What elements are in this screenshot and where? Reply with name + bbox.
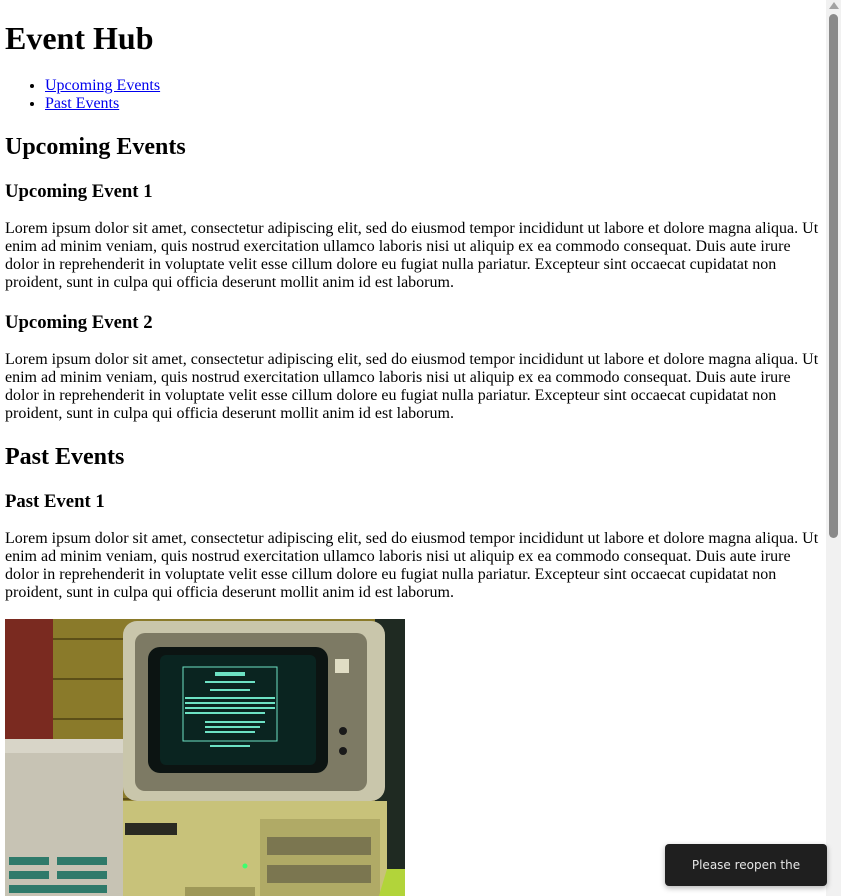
main-content: Event Hub Upcoming Events Past Events Up…	[0, 20, 820, 896]
upcoming-events-section: Upcoming Events Upcoming Event 1 Lorem i…	[5, 133, 820, 423]
scrollbar-thumb[interactable]	[829, 14, 838, 538]
nav-link-upcoming-events[interactable]: Upcoming Events	[45, 77, 160, 94]
past-events-section: Past Events Past Event 1 Lorem ipsum dol…	[5, 443, 820, 896]
event-title: Past Event 1	[5, 491, 105, 512]
page: Event Hub Upcoming Events Past Events Up…	[0, 0, 826, 896]
upcoming-event-2: Upcoming Event 2 Lorem ipsum dolor sit a…	[5, 312, 820, 423]
event-photo	[5, 619, 405, 896]
nav-list: Upcoming Events Past Events	[5, 77, 820, 113]
scroll-up-arrow-icon[interactable]	[829, 2, 839, 9]
event-description: Lorem ipsum dolor sit amet, consectetur …	[5, 351, 819, 422]
nav-link-past-events[interactable]: Past Events	[45, 95, 119, 112]
event-description: Lorem ipsum dolor sit amet, consectetur …	[5, 220, 819, 291]
vertical-scrollbar[interactable]	[826, 0, 841, 896]
toast-notification: Please reopen the preview.	[665, 844, 827, 886]
event-description: Lorem ipsum dolor sit amet, consectetur …	[5, 530, 819, 601]
nav-item-upcoming: Upcoming Events	[45, 77, 820, 95]
upcoming-events-heading: Upcoming Events	[5, 134, 186, 160]
event-title: Upcoming Event 2	[5, 312, 153, 333]
site-title: Event Hub	[5, 20, 154, 56]
past-events-heading: Past Events	[5, 444, 125, 470]
event-title: Upcoming Event 1	[5, 181, 153, 202]
past-event-1: Past Event 1 Lorem ipsum dolor sit amet,…	[5, 491, 820, 896]
upcoming-event-1: Upcoming Event 1 Lorem ipsum dolor sit a…	[5, 181, 820, 292]
nav-item-past: Past Events	[45, 95, 820, 113]
